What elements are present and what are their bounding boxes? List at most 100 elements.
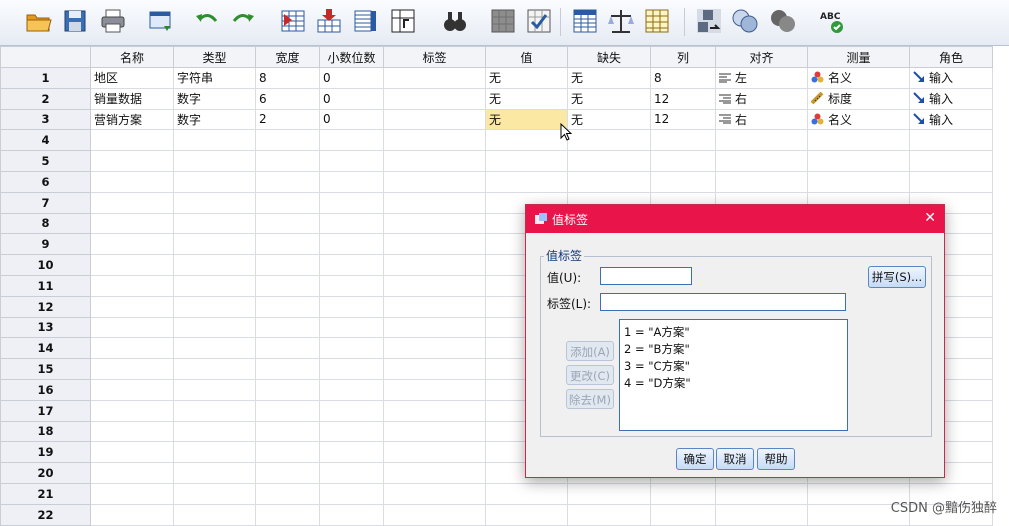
- empty-cell[interactable]: [383, 337, 486, 360]
- empty-cell[interactable]: [255, 337, 320, 360]
- save-icon[interactable]: [60, 6, 90, 36]
- empty-cell[interactable]: [173, 399, 256, 422]
- empty-cell[interactable]: [90, 170, 174, 193]
- cell-width[interactable]: 6: [255, 87, 320, 110]
- col-header-width[interactable]: 宽度: [255, 46, 320, 68]
- cancel-button[interactable]: 取消: [716, 448, 754, 470]
- empty-cell[interactable]: [255, 129, 320, 152]
- empty-cell[interactable]: [319, 503, 384, 526]
- empty-cell[interactable]: [319, 129, 384, 152]
- cell-measure[interactable]: 标度: [807, 87, 910, 110]
- goto-variable-icon[interactable]: [314, 6, 344, 36]
- cell-values[interactable]: 无: [485, 67, 568, 89]
- empty-cell[interactable]: [173, 212, 256, 235]
- value-input[interactable]: [600, 267, 692, 285]
- empty-cell[interactable]: [255, 233, 320, 256]
- col-header-columns[interactable]: 列: [650, 46, 716, 68]
- row-number[interactable]: 12: [0, 295, 91, 318]
- help-button[interactable]: 帮助: [757, 448, 795, 470]
- empty-cell[interactable]: [255, 191, 320, 214]
- dialog-title-bar[interactable]: 值标签 ✕: [526, 205, 944, 233]
- spelling-button[interactable]: 拼写(S)...: [868, 266, 926, 288]
- row-number[interactable]: 11: [0, 274, 91, 297]
- row-number[interactable]: 22: [0, 503, 91, 526]
- dialog-recall-icon[interactable]: [146, 6, 176, 36]
- row-number[interactable]: 2: [0, 87, 91, 110]
- cell-columns[interactable]: 12: [650, 87, 716, 110]
- empty-cell[interactable]: [383, 212, 486, 235]
- show-all-icon[interactable]: [768, 6, 798, 36]
- row-number[interactable]: 20: [0, 462, 91, 484]
- empty-cell[interactable]: [173, 129, 256, 152]
- row-number[interactable]: 16: [0, 378, 91, 401]
- empty-cell[interactable]: [485, 129, 568, 152]
- empty-cell[interactable]: [715, 482, 808, 505]
- empty-cell[interactable]: [715, 170, 808, 193]
- cell-type[interactable]: 数字: [173, 108, 256, 131]
- change-button[interactable]: 更改(C): [566, 365, 614, 385]
- empty-cell[interactable]: [383, 274, 486, 297]
- row-number[interactable]: 14: [0, 337, 91, 360]
- empty-cell[interactable]: [715, 503, 808, 526]
- empty-cell[interactable]: [173, 254, 256, 276]
- col-header-align[interactable]: 对齐: [715, 46, 808, 68]
- empty-cell[interactable]: [173, 337, 256, 360]
- cell-type[interactable]: 数字: [173, 87, 256, 110]
- empty-cell[interactable]: [90, 150, 174, 172]
- row-number[interactable]: 3: [0, 108, 91, 131]
- cell-align[interactable]: 右: [715, 108, 808, 131]
- empty-cell[interactable]: [90, 482, 174, 505]
- cell-decimals[interactable]: 0: [319, 108, 384, 131]
- insert-cases-icon[interactable]: [488, 6, 518, 36]
- cell-decimals[interactable]: 0: [319, 87, 384, 110]
- use-sets-icon[interactable]: [730, 6, 760, 36]
- empty-cell[interactable]: [807, 129, 910, 152]
- empty-cell[interactable]: [255, 503, 320, 526]
- empty-cell[interactable]: [173, 358, 256, 380]
- empty-cell[interactable]: [319, 274, 384, 297]
- empty-cell[interactable]: [909, 150, 993, 172]
- col-header-values[interactable]: 值: [485, 46, 568, 68]
- row-number[interactable]: 21: [0, 482, 91, 505]
- cell-width[interactable]: 2: [255, 108, 320, 131]
- empty-cell[interactable]: [255, 420, 320, 443]
- cell-label[interactable]: [383, 108, 486, 131]
- empty-cell[interactable]: [255, 358, 320, 380]
- cell-decimals[interactable]: 0: [319, 67, 384, 89]
- empty-cell[interactable]: [173, 150, 256, 172]
- empty-cell[interactable]: [255, 274, 320, 297]
- row-number[interactable]: 6: [0, 170, 91, 193]
- empty-cell[interactable]: [319, 399, 384, 422]
- empty-cell[interactable]: [383, 441, 486, 464]
- value-label-list[interactable]: 1 = "A方案" 2 = "B方案" 3 = "C方案" 4 = "D方案": [619, 319, 848, 431]
- empty-cell[interactable]: [383, 378, 486, 401]
- weight-cases-icon[interactable]: [606, 6, 636, 36]
- empty-cell[interactable]: [90, 212, 174, 235]
- cell-columns[interactable]: 12: [650, 108, 716, 131]
- cell-name[interactable]: 营销方案: [90, 108, 174, 131]
- add-button[interactable]: 添加(A): [566, 341, 614, 361]
- cell-width[interactable]: 8: [255, 67, 320, 89]
- empty-cell[interactable]: [319, 150, 384, 172]
- empty-cell[interactable]: [90, 129, 174, 152]
- empty-cell[interactable]: [173, 462, 256, 484]
- empty-cell[interactable]: [383, 462, 486, 484]
- list-item[interactable]: 1 = "A方案": [624, 324, 690, 340]
- empty-cell[interactable]: [909, 170, 993, 193]
- row-number[interactable]: 7: [0, 191, 91, 214]
- cell-type[interactable]: 字符串: [173, 67, 256, 89]
- corner-cell[interactable]: [0, 46, 91, 68]
- empty-cell[interactable]: [807, 170, 910, 193]
- empty-cell[interactable]: [650, 129, 716, 152]
- empty-cell[interactable]: [173, 503, 256, 526]
- empty-cell[interactable]: [90, 358, 174, 380]
- empty-cell[interactable]: [650, 503, 716, 526]
- empty-cell[interactable]: [173, 274, 256, 297]
- col-header-type[interactable]: 类型: [173, 46, 256, 68]
- list-item[interactable]: 4 = "D方案": [624, 375, 691, 391]
- col-header-missing[interactable]: 缺失: [567, 46, 651, 68]
- split-file-icon[interactable]: [570, 6, 600, 36]
- spell-check-icon[interactable]: ABC: [818, 6, 848, 36]
- label-input[interactable]: [600, 293, 846, 311]
- empty-cell[interactable]: [173, 420, 256, 443]
